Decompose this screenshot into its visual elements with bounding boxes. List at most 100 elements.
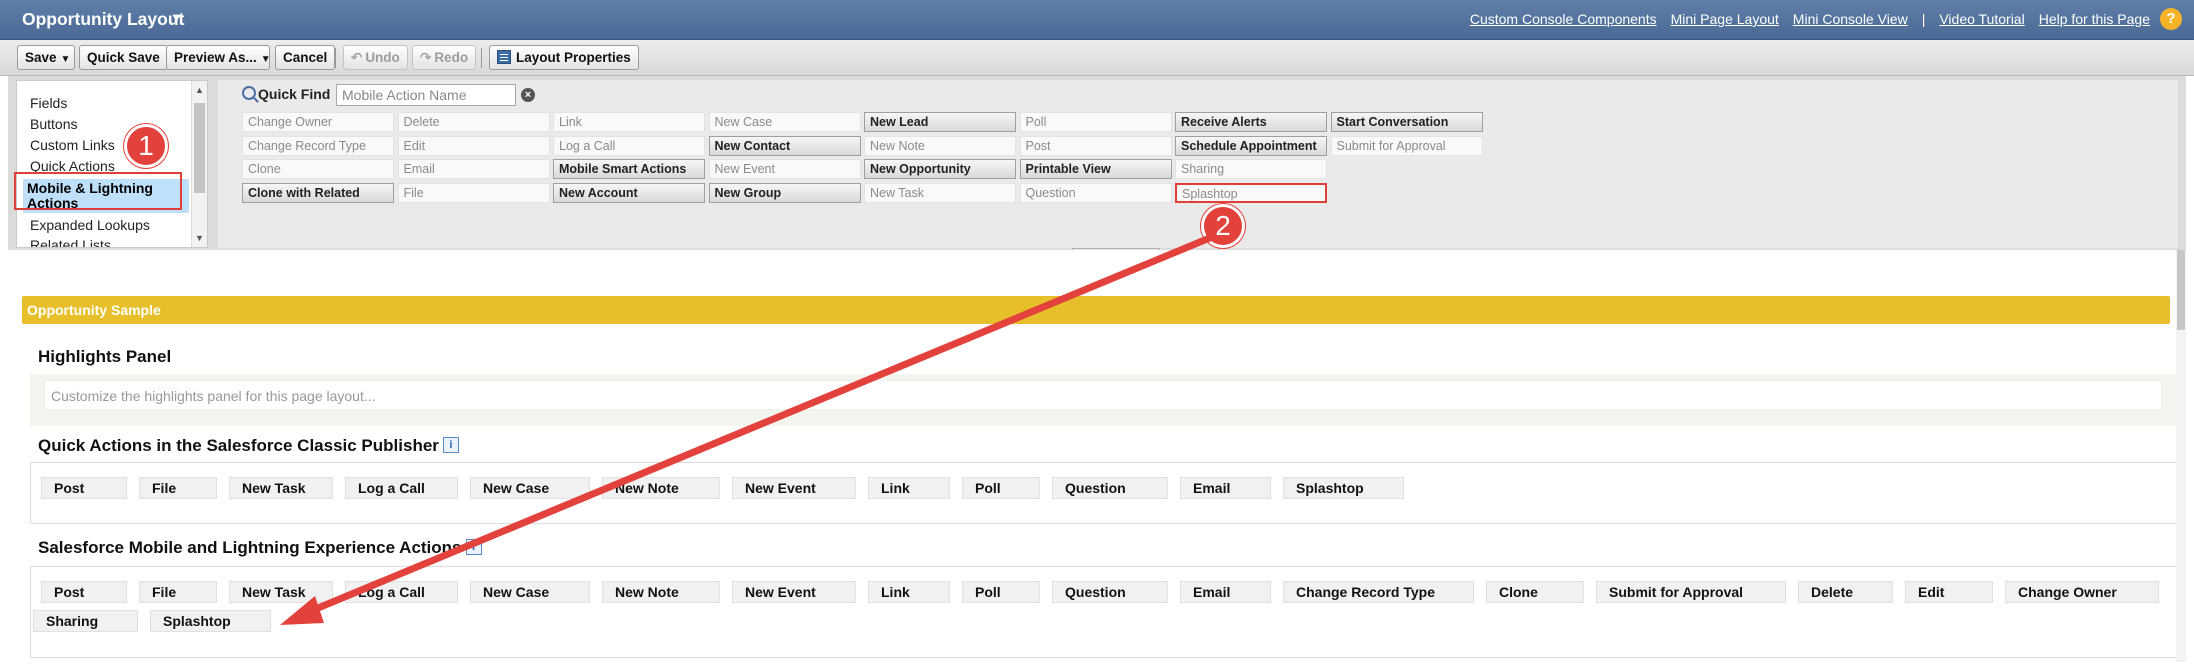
action-chip[interactable]: Splashtop bbox=[1283, 477, 1404, 499]
save-button[interactable]: Save ▼ bbox=[17, 45, 75, 70]
palette-item[interactable]: Schedule Appointment bbox=[1175, 135, 1327, 156]
preview-as-button[interactable]: Preview As... ▼ bbox=[166, 45, 271, 70]
palette-item[interactable]: Question bbox=[1019, 182, 1172, 203]
highlights-placeholder[interactable]: Customize the highlights panel for this … bbox=[44, 380, 2162, 410]
action-chip[interactable]: New Note bbox=[602, 581, 720, 603]
action-chip[interactable]: New Task bbox=[229, 477, 333, 499]
palette-item[interactable]: New Account bbox=[553, 182, 705, 203]
action-chip[interactable]: Link bbox=[868, 477, 950, 499]
palette-item[interactable]: Submit for Approval bbox=[1330, 135, 1483, 156]
save-dropdown-icon[interactable]: ▼ bbox=[61, 54, 71, 65]
action-chip[interactable]: Log a Call bbox=[345, 581, 458, 603]
preview-as-label: Preview As... bbox=[174, 50, 257, 65]
highlights-panel[interactable]: Customize the highlights panel for this … bbox=[30, 374, 2180, 426]
category-scrollbar[interactable]: ▲ ▼ bbox=[191, 81, 207, 247]
clear-search-icon[interactable]: × bbox=[521, 88, 535, 102]
cancel-button[interactable]: Cancel bbox=[275, 45, 336, 70]
help-for-this-page-link[interactable]: Help for this Page bbox=[2039, 11, 2150, 27]
mini-console-view-link[interactable]: Mini Console View bbox=[1793, 11, 1908, 27]
action-chip[interactable]: New Case bbox=[470, 581, 590, 603]
preview-dropdown-icon: ▼ bbox=[260, 54, 271, 65]
action-chip[interactable]: New Event bbox=[732, 581, 856, 603]
palette-item[interactable]: Email bbox=[397, 159, 550, 179]
palette-item[interactable]: Change Record Type bbox=[242, 135, 394, 156]
help-icon[interactable]: ? bbox=[2160, 8, 2182, 30]
action-chip[interactable]: Link bbox=[868, 581, 950, 603]
action-chip[interactable]: Edit bbox=[1905, 581, 1993, 603]
palette-item[interactable]: Change Owner bbox=[242, 112, 394, 132]
classic-publisher-label: Quick Actions in the Salesforce Classic … bbox=[38, 436, 439, 455]
video-tutorial-link[interactable]: Video Tutorial bbox=[1939, 11, 2024, 27]
info-icon[interactable]: i bbox=[442, 437, 459, 453]
action-chip[interactable]: Email bbox=[1180, 477, 1271, 499]
info-icon[interactable]: i bbox=[465, 539, 482, 555]
action-chip[interactable]: Question bbox=[1052, 477, 1168, 499]
palette-item[interactable]: Link bbox=[553, 112, 705, 132]
action-chip[interactable]: Email bbox=[1180, 581, 1271, 603]
action-chip[interactable]: Log a Call bbox=[345, 477, 458, 499]
scroll-thumb[interactable] bbox=[194, 103, 205, 193]
palette-item[interactable]: Edit bbox=[397, 135, 550, 156]
action-chip[interactable]: File bbox=[139, 477, 217, 499]
palette-item[interactable]: New Lead bbox=[864, 112, 1016, 132]
action-chip[interactable]: Splashtop bbox=[150, 610, 271, 632]
layout-properties-button[interactable]: Layout Properties bbox=[489, 45, 639, 70]
scroll-down-icon[interactable]: ▼ bbox=[195, 233, 204, 243]
action-chip[interactable]: Poll bbox=[962, 477, 1040, 499]
action-chip[interactable]: Post bbox=[41, 581, 127, 603]
title-dropdown-icon[interactable]: ▼ bbox=[170, 10, 183, 25]
palette-item[interactable]: New Contact bbox=[708, 135, 861, 156]
category-buttons[interactable]: Buttons bbox=[30, 116, 77, 132]
palette-item[interactable]: Mobile Smart Actions bbox=[553, 159, 705, 179]
quick-save-button[interactable]: Quick Save bbox=[79, 45, 168, 70]
layout-properties-label: Layout Properties bbox=[516, 50, 631, 65]
canvas-scrollbar[interactable] bbox=[2176, 250, 2186, 662]
palette-item[interactable]: Start Conversation bbox=[1330, 112, 1483, 132]
category-custom-links[interactable]: Custom Links bbox=[30, 137, 115, 153]
palette-item[interactable]: New Opportunity bbox=[864, 159, 1016, 179]
action-chip[interactable]: Question bbox=[1052, 581, 1168, 603]
quick-find-label: Quick Find bbox=[258, 86, 331, 102]
custom-console-components-link[interactable]: Custom Console Components bbox=[1470, 11, 1657, 27]
action-chip[interactable]: New Note bbox=[602, 477, 720, 499]
canvas-scroll-thumb[interactable] bbox=[2177, 250, 2185, 330]
palette-item[interactable]: New Note bbox=[864, 135, 1016, 156]
classic-actions-box: Post File New Task Log a Call New Case New No… bbox=[30, 462, 2180, 524]
scroll-up-icon[interactable]: ▲ bbox=[195, 85, 204, 95]
category-related-lists[interactable]: Related Lists bbox=[30, 237, 111, 247]
undo-button[interactable]: ↶ Undo bbox=[343, 45, 408, 70]
mini-page-layout-link[interactable]: Mini Page Layout bbox=[1671, 11, 1779, 27]
action-chip[interactable]: Submit for Approval bbox=[1596, 581, 1786, 603]
palette-item[interactable]: New Case bbox=[708, 112, 861, 132]
action-chip[interactable]: New Event bbox=[732, 477, 856, 499]
action-chip[interactable]: Clone bbox=[1486, 581, 1584, 603]
category-fields[interactable]: Fields bbox=[30, 95, 67, 111]
redo-button[interactable]: ↷ Redo bbox=[412, 45, 477, 70]
palette-item[interactable]: Clone bbox=[242, 159, 394, 179]
action-chip[interactable]: Change Owner bbox=[2005, 581, 2159, 603]
palette-item[interactable]: Post bbox=[1019, 135, 1172, 156]
palette-item[interactable]: File bbox=[397, 182, 550, 203]
category-expanded-lookups[interactable]: Expanded Lookups bbox=[30, 217, 150, 233]
palette-item[interactable]: New Group bbox=[708, 182, 861, 203]
palette-item[interactable]: Clone with Related bbox=[242, 182, 394, 203]
palette-item[interactable]: Splashtop bbox=[1175, 182, 1327, 203]
action-chip[interactable]: Poll bbox=[962, 581, 1040, 603]
action-chip[interactable]: Sharing bbox=[33, 610, 138, 632]
action-chip[interactable]: File bbox=[139, 581, 217, 603]
palette-item[interactable]: Receive Alerts bbox=[1175, 112, 1327, 132]
palette-item[interactable]: New Event bbox=[708, 159, 861, 179]
action-chip[interactable]: Post bbox=[41, 477, 127, 499]
palette-item[interactable]: New Task bbox=[864, 182, 1016, 203]
action-chip[interactable]: New Task bbox=[229, 581, 333, 603]
palette-item[interactable]: Poll bbox=[1019, 112, 1172, 132]
action-chip[interactable]: New Case bbox=[470, 477, 590, 499]
palette-item[interactable]: Log a Call bbox=[553, 135, 705, 156]
palette-item[interactable]: Printable View bbox=[1019, 159, 1172, 179]
palette-item[interactable]: Sharing bbox=[1175, 159, 1327, 179]
palette-item[interactable]: Delete bbox=[397, 112, 550, 132]
quick-find-input[interactable] bbox=[336, 84, 516, 106]
action-chip[interactable]: Delete bbox=[1798, 581, 1893, 603]
page-title[interactable]: Opportunity Layout bbox=[22, 9, 184, 30]
action-chip[interactable]: Change Record Type bbox=[1283, 581, 1474, 603]
